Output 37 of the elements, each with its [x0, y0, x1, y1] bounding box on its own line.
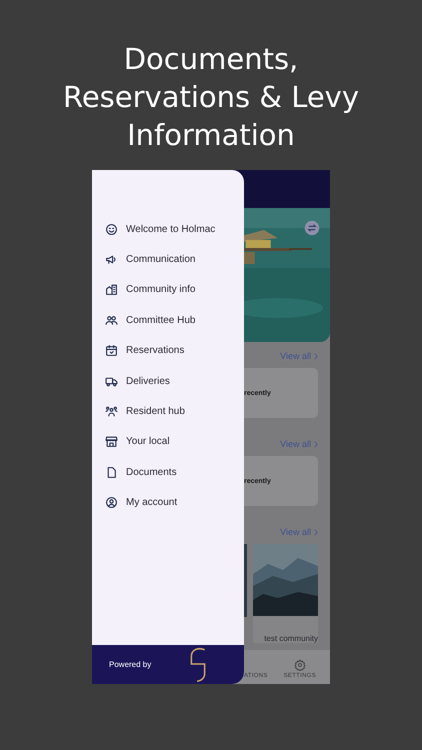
drawer-item[interactable]: Committee Hub [92, 305, 244, 336]
drawer-item[interactable]: Reservations [92, 336, 244, 366]
calendar-icon [105, 344, 118, 358]
headline: Documents, Reservations & Levy Information [62, 41, 360, 152]
drawer-item-label: Community info [126, 284, 196, 296]
logo-icon [188, 646, 208, 682]
people-icon [105, 314, 118, 327]
drawer-item-label: Reservations [126, 345, 184, 356]
truck-icon [105, 374, 118, 388]
drawer-item-label: Welcome to Holmac [126, 224, 216, 235]
drawer-item-label: Documents [126, 466, 177, 478]
smile-icon [105, 222, 118, 236]
chevron-icon [314, 352, 318, 360]
swap-icon[interactable] [304, 220, 320, 236]
document-icon [105, 466, 118, 479]
drawer-item-label: My account [126, 497, 178, 508]
community-card[interactable]: test community [253, 544, 318, 643]
store-icon [105, 435, 118, 448]
group-icon [105, 405, 118, 418]
building-icon [105, 283, 118, 296]
chevron-icon [314, 528, 318, 536]
drawer-item-label: Resident hub [126, 406, 185, 418]
drawer-item-label: Your local [126, 436, 170, 448]
megaphone-icon [105, 253, 118, 266]
settings-icon [294, 659, 306, 671]
powered-by-text: Powered by [109, 660, 152, 669]
drawer-item[interactable]: Welcome to Holmac [92, 214, 244, 244]
drawer-item-label: Committee Hub [126, 314, 196, 326]
card-caption: test community [264, 634, 318, 643]
drawer-item-label: Deliveries [126, 376, 170, 387]
account-icon [105, 496, 118, 510]
drawer-item[interactable]: Communication [92, 244, 244, 275]
chevron-icon [314, 440, 318, 448]
drawer-item-label: Communication [126, 254, 196, 266]
drawer-item[interactable]: Your local [92, 426, 244, 458]
drawer-item[interactable]: Community info [92, 274, 244, 306]
thumbnail[interactable] [244, 544, 247, 617]
